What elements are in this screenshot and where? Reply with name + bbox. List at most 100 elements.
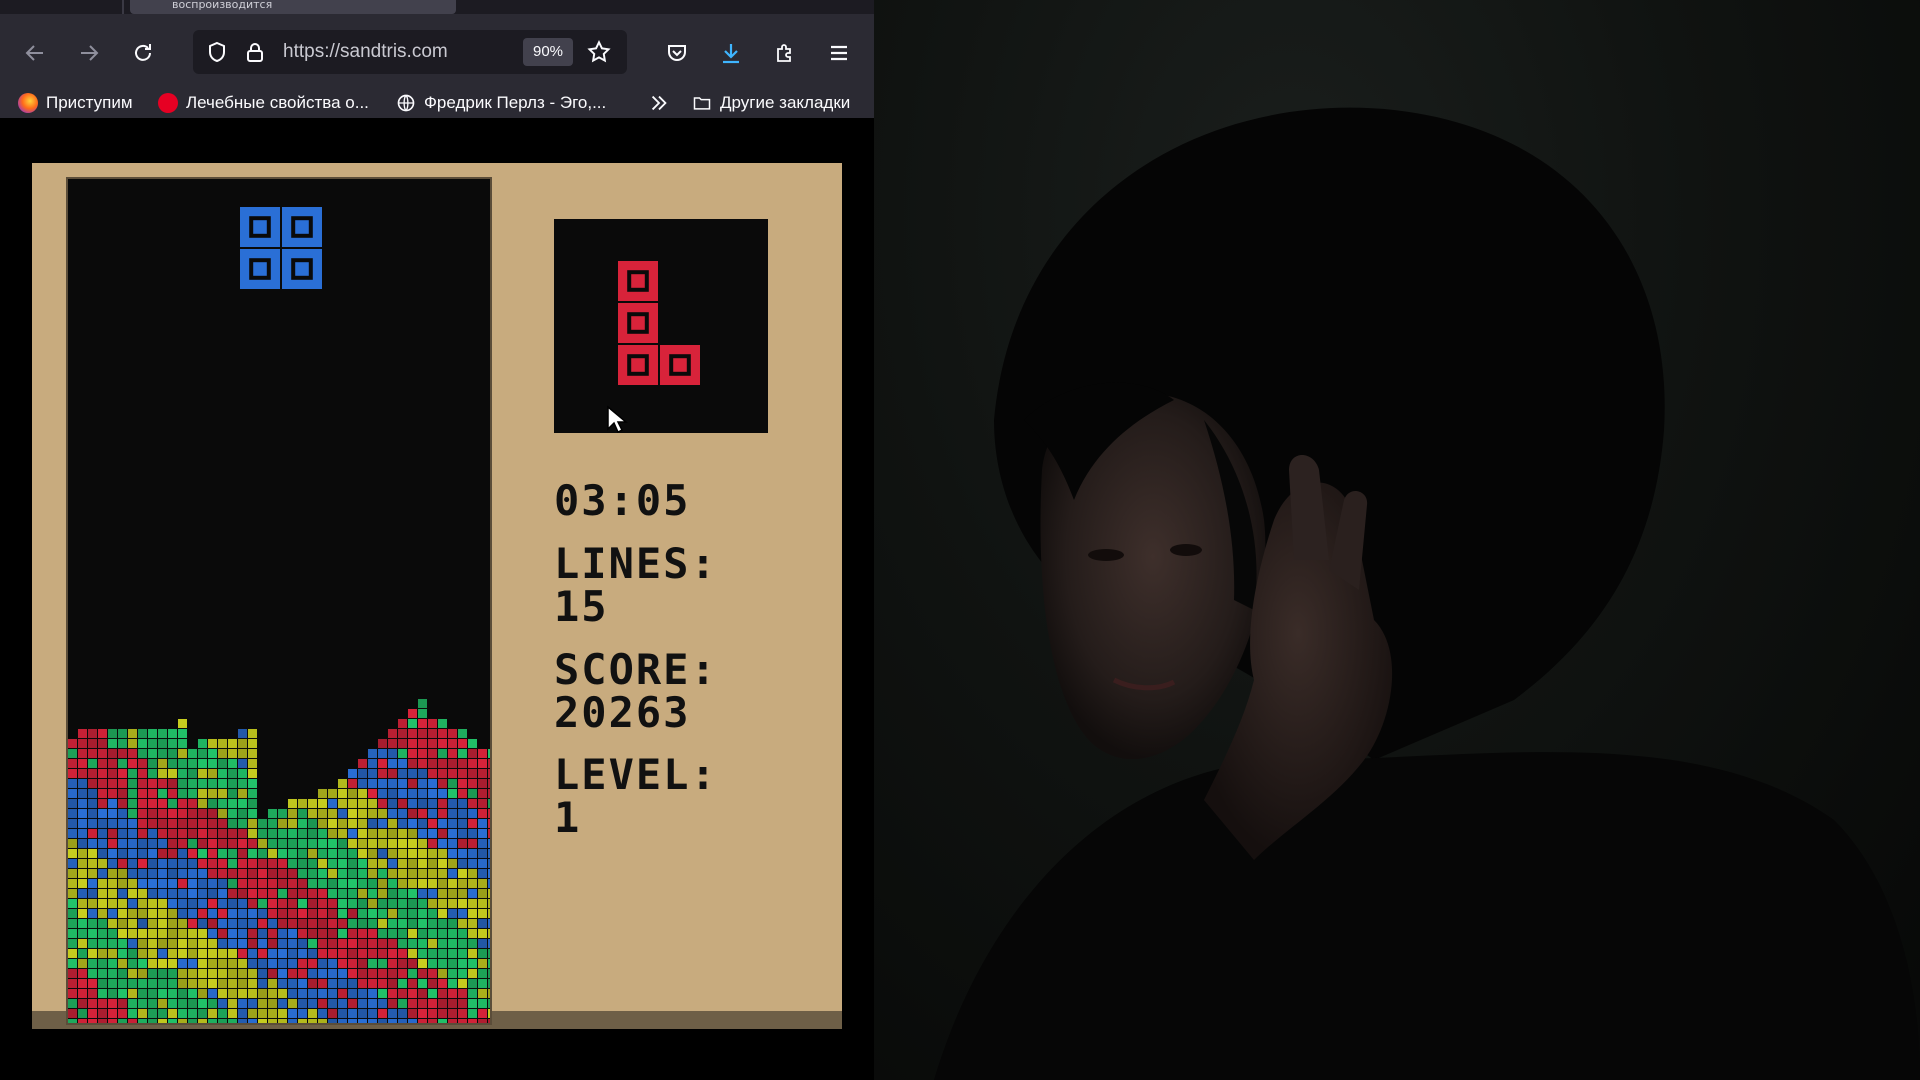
sand-grain — [268, 919, 277, 928]
forward-button[interactable] — [70, 34, 108, 72]
reload-button[interactable] — [124, 34, 162, 72]
sand-grain — [318, 849, 327, 858]
sand-grain — [458, 799, 467, 808]
sand-grain — [478, 919, 487, 928]
sand-grain — [268, 859, 277, 868]
sand-grain — [178, 999, 187, 1008]
back-button[interactable] — [16, 34, 54, 72]
sand-grain — [178, 819, 187, 828]
sand-grain — [388, 1009, 397, 1018]
sand-grain — [478, 749, 487, 758]
downloads-button[interactable] — [712, 34, 750, 72]
sand-grain — [228, 909, 237, 918]
playfield[interactable] — [66, 177, 492, 1025]
url-bar[interactable]: https://sandtris.com 90% — [193, 30, 627, 74]
sand-grain — [328, 929, 337, 938]
sand-grain — [328, 799, 337, 808]
sand-grain — [358, 929, 367, 938]
sand-grain — [128, 769, 137, 778]
sand-grain — [368, 989, 377, 998]
bookmark-item[interactable]: Фредрик Перлз - Эго,... — [396, 90, 606, 116]
url-text[interactable]: https://sandtris.com — [283, 41, 448, 63]
sand-grain — [428, 1009, 437, 1018]
sand-grain — [198, 969, 207, 978]
bookmark-item[interactable]: Приступим — [18, 90, 133, 116]
sand-grain — [408, 919, 417, 928]
sand-grain — [488, 929, 490, 938]
sand-grain — [408, 749, 417, 758]
sand-grain — [98, 839, 107, 848]
sand-grain — [198, 829, 207, 838]
sand-grain — [148, 879, 157, 888]
sand-grain — [168, 759, 177, 768]
sand-grain — [178, 729, 187, 738]
sand-grain — [378, 789, 387, 798]
sand-grain — [258, 989, 267, 998]
extensions-button[interactable] — [766, 34, 804, 72]
sand-grain — [128, 1019, 137, 1023]
sand-grain — [78, 809, 87, 818]
active-tab[interactable]: воспроизводится — [130, 0, 456, 14]
sand-grain — [198, 889, 207, 898]
other-bookmarks-folder[interactable]: Другие закладки — [692, 90, 850, 116]
sand-grain — [98, 759, 107, 768]
sand-grain — [378, 809, 387, 818]
sand-grain — [68, 949, 77, 958]
sand-grain — [368, 789, 377, 798]
sand-grain — [238, 839, 247, 848]
sand-grain — [218, 889, 227, 898]
double-chevron-right-icon — [651, 95, 667, 111]
sand-grain — [68, 929, 77, 938]
sand-grain — [478, 779, 487, 788]
sand-grain — [228, 799, 237, 808]
sand-grain — [458, 849, 467, 858]
sand-grain — [198, 879, 207, 888]
sand-grain — [208, 849, 217, 858]
sand-grain — [408, 709, 417, 718]
bookmark-item[interactable]: Лечебные свойства о... — [158, 90, 369, 116]
sand-grain — [158, 899, 167, 908]
bookmarks-toolbar: Приступим Лечебные свойства о... Фредрик… — [0, 86, 874, 118]
pocket-icon — [668, 45, 686, 61]
sand-grain — [418, 909, 427, 918]
sand-grain — [378, 949, 387, 958]
sand-grain — [228, 759, 237, 768]
zoom-level-button[interactable]: 90% — [523, 38, 573, 66]
sand-grain — [458, 839, 467, 848]
pocket-button[interactable] — [658, 34, 696, 72]
sand-grain — [138, 939, 147, 948]
sand-grain — [468, 749, 477, 758]
sand-grain — [68, 999, 77, 1008]
sand-grain — [368, 909, 377, 918]
sand-grain — [88, 859, 97, 868]
sand-grain — [478, 929, 487, 938]
sand-grain — [88, 769, 97, 778]
more-bookmarks-button[interactable] — [648, 90, 670, 116]
sand-grain — [488, 799, 490, 808]
lock-icon[interactable] — [243, 40, 267, 64]
sand-grain — [208, 1019, 217, 1023]
sand-grain — [68, 1019, 77, 1023]
sand-grain — [188, 909, 197, 918]
next-piece-block — [618, 303, 658, 343]
sand-grain — [448, 959, 457, 968]
sand-grain — [468, 919, 477, 928]
sand-grain — [448, 989, 457, 998]
sandtris-game[interactable]: 03:05 LINES: 15 SCORE: 20263 LEVEL: 1 — [32, 163, 842, 1029]
sand-grain — [308, 899, 317, 908]
sand-grain — [168, 969, 177, 978]
sand-grain — [208, 939, 217, 948]
sand-grain — [298, 799, 307, 808]
sand-grain — [268, 839, 277, 848]
firefox-icon — [18, 93, 38, 113]
menu-button[interactable] — [820, 34, 858, 72]
sand-grain — [238, 879, 247, 888]
shield-icon[interactable] — [205, 40, 229, 64]
sand-grain — [238, 729, 247, 738]
star-bookmark-icon[interactable] — [586, 39, 612, 65]
sand-grain — [288, 989, 297, 998]
sand-grain — [218, 869, 227, 878]
sand-grain — [428, 969, 437, 978]
sand-grain — [68, 889, 77, 898]
sand-grain — [258, 1009, 267, 1018]
